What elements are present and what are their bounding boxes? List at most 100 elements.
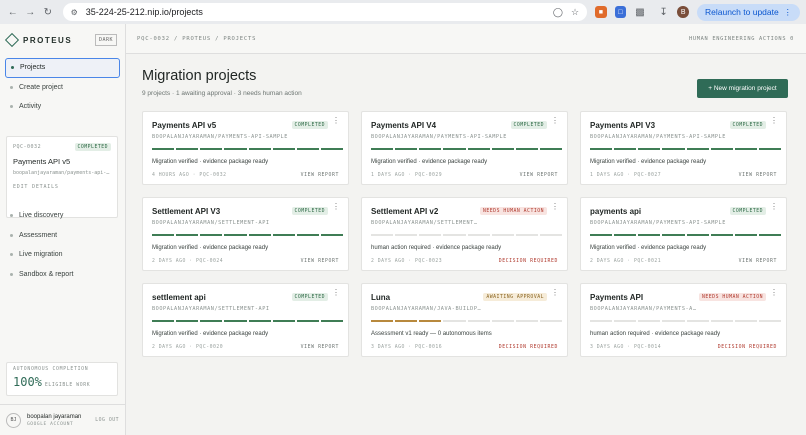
nav-item-create-project[interactable]: Create project: [5, 78, 120, 98]
bullet-icon: [10, 233, 13, 237]
view-report-link[interactable]: VIEW REPORT: [301, 173, 339, 178]
more-options-icon[interactable]: ⋮: [551, 289, 559, 297]
progress-segment: [467, 234, 490, 236]
address-bar[interactable]: ⚙ 35-224-25-212.nip.io/projects ◯ ☆: [62, 3, 588, 21]
progress-segment: [467, 148, 490, 150]
decision-required-link[interactable]: DECISION REQUIRED: [499, 345, 558, 350]
project-card[interactable]: Luna AWAITING APPROVAL ⋮ BOOPALANJAYARAM…: [361, 283, 568, 357]
progress-segment: [248, 320, 271, 322]
project-meta: 2 DAYS AGO · PQC-0023: [371, 259, 443, 264]
progress-segment: [200, 320, 223, 322]
back-icon[interactable]: ←: [6, 5, 20, 19]
progress-segment: [638, 148, 661, 150]
more-options-icon[interactable]: ⋮: [332, 117, 340, 125]
progress-segment: [395, 320, 418, 322]
progress-segment: [419, 148, 442, 150]
progress-segment: [734, 234, 757, 236]
project-repo-path: BOOPALANJAYARAMAN/PAYMENTS-API-SAMPLE: [152, 134, 288, 140]
progress-segment: [758, 320, 781, 322]
project-card[interactable]: Settlement API v2 NEEDS HUMAN ACTION ⋮ B…: [361, 197, 568, 271]
page-title: Migration projects: [142, 68, 257, 84]
progress-segment: [419, 234, 442, 236]
more-options-icon[interactable]: ⋮: [332, 203, 340, 211]
view-report-link[interactable]: VIEW REPORT: [301, 345, 339, 350]
nav-item-sandbox-report[interactable]: Sandbox & report: [5, 265, 120, 285]
project-name: Payments API V3: [590, 121, 656, 130]
progress-segment: [686, 148, 709, 150]
project-meta: 1 DAYS AGO · PQC-0027: [590, 173, 662, 178]
metamask-extension-icon[interactable]: ■: [595, 6, 607, 18]
project-card[interactable]: settlement api COMPLETED ⋮ BOOPALANJAYAR…: [142, 283, 349, 357]
project-repo-path: BOOPALANJAYARAMAN/PAYMENTS-A…: [590, 306, 697, 312]
progress-segment: [734, 148, 757, 150]
nav-item-projects[interactable]: Projects: [5, 58, 120, 78]
nav-item-assessment[interactable]: Assessment: [5, 226, 120, 246]
progress-segment: [224, 320, 247, 322]
site-settings-icon[interactable]: ⚙: [71, 8, 78, 17]
project-card[interactable]: Payments API V4 COMPLETED ⋮ BOOPALANJAYA…: [361, 111, 568, 185]
decision-required-link[interactable]: DECISION REQUIRED: [718, 345, 777, 350]
project-repo-path: BOOPALANJAYARAMAN/SETTLEMENT…: [371, 220, 478, 226]
project-repo-path: BOOPALANJAYARAMAN/PAYMENTS-API-SAMPLE: [590, 134, 726, 140]
project-meta: 2 DAYS AGO · PQC-0021: [590, 259, 662, 264]
bookmark-star-icon[interactable]: ☆: [571, 7, 579, 18]
progress-bar: [152, 320, 343, 322]
progress-segment: [758, 234, 781, 236]
more-options-icon[interactable]: ⋮: [770, 117, 778, 125]
status-badge: COMPLETED: [291, 293, 328, 301]
view-report-link[interactable]: VIEW REPORT: [739, 259, 777, 264]
current-project-name: Payments API v5: [13, 157, 71, 166]
logout-button[interactable]: LOG OUT: [95, 418, 119, 423]
progress-segment: [419, 320, 442, 322]
forward-icon[interactable]: →: [24, 5, 38, 19]
nav-item-live-migration[interactable]: Live migration: [5, 245, 120, 265]
project-card[interactable]: Payments API v5 COMPLETED ⋮ BOOPALANJAYA…: [142, 111, 349, 185]
more-options-icon[interactable]: ⋮: [551, 117, 559, 125]
project-repo-path: BOOPALANJAYARAMAN/SETTLEMENT-API: [152, 306, 270, 312]
more-options-icon[interactable]: ⋮: [332, 289, 340, 297]
profile-avatar[interactable]: B: [677, 6, 689, 18]
extension-icon[interactable]: □: [614, 6, 627, 18]
dark-mode-toggle[interactable]: DARK: [94, 34, 117, 46]
progress-segment: [590, 320, 613, 322]
reload-icon[interactable]: ↻: [41, 5, 55, 19]
view-report-link[interactable]: VIEW REPORT: [520, 173, 558, 178]
project-status-text: Migration verified · evidence package re…: [152, 245, 269, 251]
breadcrumb: PQC-0032 / PROTEUS / PROJECTS: [137, 36, 257, 42]
more-options-icon[interactable]: ⋮: [770, 203, 778, 211]
autonomous-label: AUTONOMOUS COMPLETION: [13, 367, 89, 372]
progress-segment: [443, 320, 466, 322]
status-badge: COMPLETED: [729, 121, 766, 129]
incognito-icon[interactable]: ◯: [553, 7, 563, 18]
decision-required-link[interactable]: DECISION REQUIRED: [499, 259, 558, 264]
project-card[interactable]: Payments API V3 COMPLETED ⋮ BOOPALANJAYA…: [580, 111, 787, 185]
view-report-link[interactable]: VIEW REPORT: [739, 173, 777, 178]
human-engineering-actions-link[interactable]: HUMAN ENGINEERING ACTIONS 0: [689, 36, 794, 42]
edit-details-link[interactable]: EDIT DETAILS: [13, 184, 111, 190]
progress-segment: [662, 148, 685, 150]
download-icon[interactable]: ↧: [658, 6, 670, 18]
brand-name: PROTEUS: [23, 35, 73, 45]
progress-bar: [590, 320, 781, 322]
progress-segment: [515, 320, 538, 322]
progress-segment: [152, 320, 175, 322]
progress-segment: [152, 234, 175, 236]
relaunch-button[interactable]: Relaunch to update ⋮: [697, 3, 800, 21]
bullet-icon: [10, 253, 13, 257]
new-migration-project-button[interactable]: + New migration project: [697, 79, 788, 98]
nav-item-activity[interactable]: Activity: [5, 97, 120, 117]
progress-segment: [491, 234, 514, 236]
project-card[interactable]: Payments API NEEDS HUMAN ACTION ⋮ BOOPAL…: [580, 283, 787, 357]
view-report-link[interactable]: VIEW REPORT: [301, 259, 339, 264]
autonomous-completion-card: AUTONOMOUS COMPLETION 100% ELIGIBLE WORK: [6, 362, 118, 396]
project-name: Payments API: [590, 293, 644, 302]
more-options-icon[interactable]: ⋮: [770, 289, 778, 297]
project-card[interactable]: Settlement API V3 COMPLETED ⋮ BOOPALANJA…: [142, 197, 349, 271]
more-options-icon[interactable]: ⋮: [551, 203, 559, 211]
nav-item-live-discovery[interactable]: Live discovery: [5, 206, 120, 226]
progress-segment: [614, 320, 637, 322]
project-card[interactable]: payments api COMPLETED ⋮ BOOPALANJAYARAM…: [580, 197, 787, 271]
project-name: Settlement API v2: [371, 207, 439, 216]
progress-segment: [491, 320, 514, 322]
extensions-puzzle-icon[interactable]: ▩: [634, 6, 646, 18]
